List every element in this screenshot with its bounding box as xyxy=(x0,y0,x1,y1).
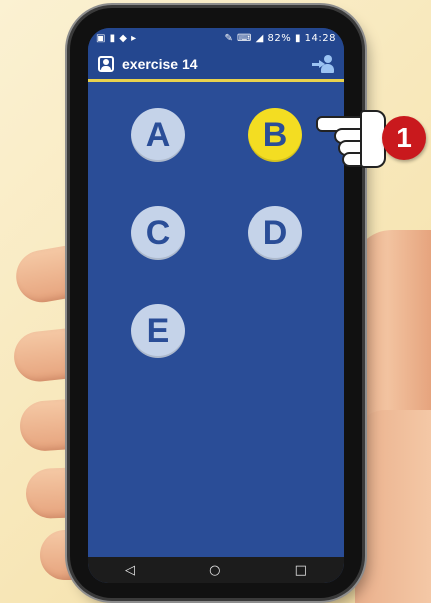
phone-frame: ▣ ▮ ◆ ▸ ✎ ⌨ ◢ 82% ▮ 14:28 exercise 14 A … xyxy=(70,8,362,598)
option-e-button[interactable]: E xyxy=(131,304,185,358)
battery-level: 82% xyxy=(267,32,292,44)
switch-user-icon[interactable] xyxy=(312,53,334,75)
option-d-button[interactable]: D xyxy=(248,206,302,260)
option-a-button[interactable]: A xyxy=(131,108,185,162)
battery-icon: ▮ xyxy=(294,32,301,44)
pointing-hand-icon xyxy=(316,100,386,170)
option-c-button[interactable]: C xyxy=(131,206,185,260)
holding-hand-palm xyxy=(355,410,431,603)
step-number-badge: 1 xyxy=(382,116,426,160)
home-icon[interactable]: ○ xyxy=(209,563,220,578)
person-card-icon xyxy=(98,55,114,72)
answer-options-area: A B C D E xyxy=(88,82,344,560)
app-title: exercise 14 xyxy=(122,55,198,72)
android-nav-bar: ◁ ○ □ xyxy=(88,557,344,583)
recent-apps-icon[interactable]: □ xyxy=(295,563,307,578)
app-bar: exercise 14 xyxy=(88,48,344,82)
back-icon[interactable]: ◁ xyxy=(125,563,135,578)
phone-screen: ▣ ▮ ◆ ▸ ✎ ⌨ ◢ 82% ▮ 14:28 exercise 14 A … xyxy=(88,28,344,583)
clock: 14:28 xyxy=(304,32,336,44)
option-b-button[interactable]: B xyxy=(248,108,302,162)
status-left-icons: ▣ ▮ ◆ ▸ xyxy=(96,32,137,44)
status-bar: ▣ ▮ ◆ ▸ ✎ ⌨ ◢ 82% ▮ 14:28 xyxy=(88,28,344,48)
status-right: ✎ ⌨ ◢ 82% ▮ 14:28 xyxy=(224,33,336,44)
status-right-icons: ✎ ⌨ ◢ xyxy=(224,32,264,44)
